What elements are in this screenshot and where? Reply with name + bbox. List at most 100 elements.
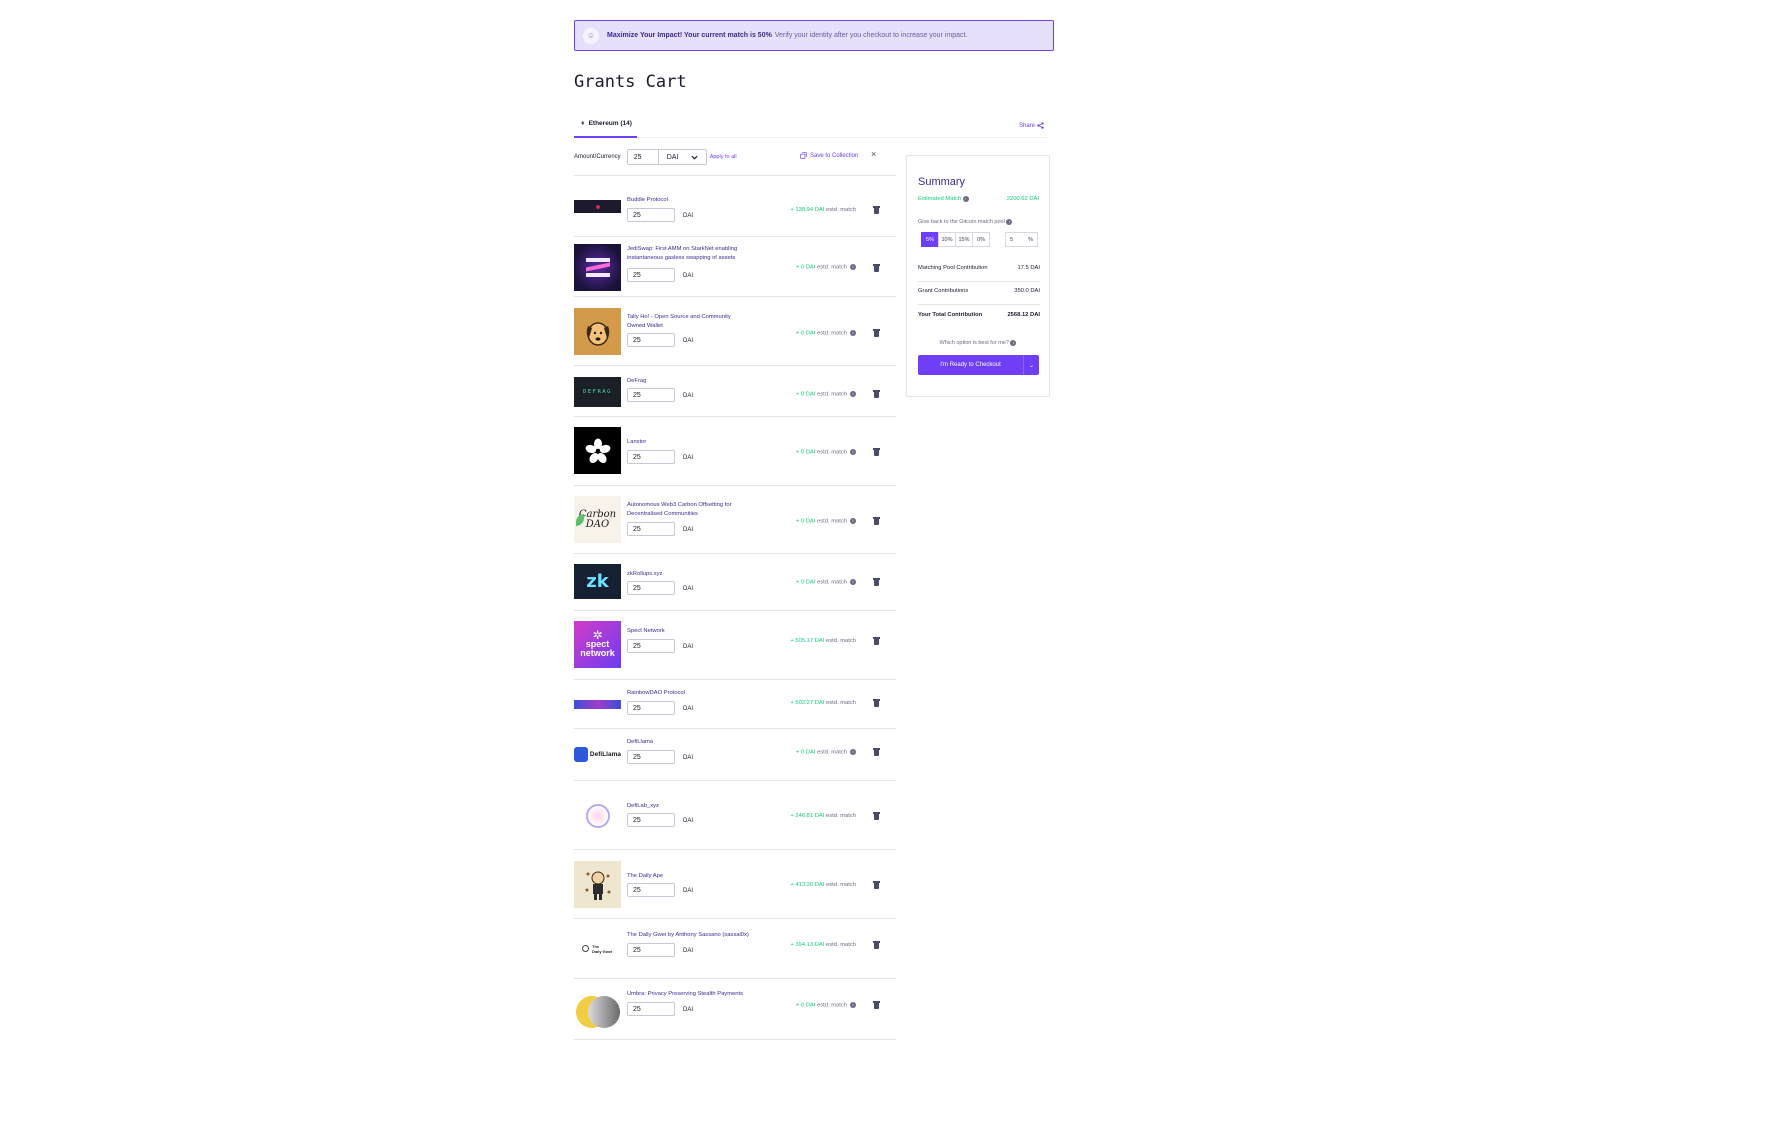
grant-title[interactable]: RainbowDAO Protocol <box>627 689 749 698</box>
trash-icon[interactable] <box>873 578 880 586</box>
match-pool-percent-options: 5% 10% 15% 0% <box>921 232 990 247</box>
grant-title[interactable]: DeFrag <box>627 377 749 386</box>
grant-currency: DAI <box>683 755 694 761</box>
grant-currency: DAI <box>683 706 694 712</box>
grant-currency: DAI <box>683 1007 694 1013</box>
apply-to-all-link[interactable]: Apply to all <box>710 154 737 160</box>
percent-option-0[interactable]: 0% <box>972 232 990 247</box>
grant-amount-input[interactable]: 25 <box>627 522 675 536</box>
grant-amount-input[interactable]: 25 <box>627 333 675 347</box>
grant-title[interactable]: Lanstor <box>627 438 749 447</box>
grant-currency: DAI <box>683 455 694 461</box>
grant-amount-input[interactable]: 25 <box>627 701 675 715</box>
grant-row: Carbon DAO Autonomous Web3 Carbon Offset… <box>574 486 896 554</box>
network-tabs: ♦ Ethereum (14) Share <box>574 114 1048 138</box>
currency-value: DAI <box>666 153 679 161</box>
grant-amount-input[interactable]: 25 <box>627 943 675 957</box>
estimated-match: + 0 DAI estd. match i <box>796 518 856 525</box>
match-banner: ☺ Maximize Your Impact! Your current mat… <box>574 20 1054 51</box>
grant-title[interactable]: DefiLlama <box>627 738 749 747</box>
info-icon: i <box>850 1002 856 1008</box>
grant-logo-defillama: DefiLlama <box>574 745 621 763</box>
grant-row: ✲ spect network Spect Network 25 DAI + 5… <box>574 611 896 680</box>
trash-icon[interactable] <box>873 517 880 525</box>
estimated-match-value: 2200.62 DAI <box>1006 196 1039 202</box>
grant-amount-input[interactable]: 25 <box>627 208 675 222</box>
info-icon: i <box>850 579 856 585</box>
give-back-label: Give back to the Gitcoin match pool i <box>918 219 1013 225</box>
info-icon: i <box>850 391 856 397</box>
grant-title[interactable]: The Daily Ape <box>627 872 749 881</box>
chevron-down-icon[interactable]: ⌄ <box>1023 355 1039 375</box>
estimated-match: + 246.81 DAI estd. match <box>790 813 856 819</box>
checkout-label: I'm Ready to Checkout <box>940 362 1001 368</box>
grant-amount-input[interactable]: 25 <box>627 268 675 282</box>
estimated-match: + 394.13 DAI estd. match <box>790 942 856 948</box>
share-button[interactable]: Share <box>1019 122 1044 129</box>
banner-strong-text: Maximize Your Impact! Your current match… <box>607 32 772 39</box>
grant-title[interactable]: Autonomous Web3 Carbon Offsetting for De… <box>627 501 749 518</box>
trash-icon[interactable] <box>873 812 880 820</box>
percent-option-15[interactable]: 15% <box>955 232 973 247</box>
grant-currency: DAI <box>683 393 694 399</box>
trash-icon[interactable] <box>873 881 880 889</box>
grant-row: zk zkRollups.xyz 25 DAI + 0 DAI estd. ma… <box>574 554 896 611</box>
trash-icon[interactable] <box>873 1001 880 1009</box>
estimated-match: + 138.94 DAI estd. match <box>790 207 856 213</box>
save-to-collection-label: Save to Collection <box>810 152 859 159</box>
grant-title[interactable]: Tally Ho! - Open Source and Community Ow… <box>627 313 749 330</box>
trash-icon[interactable] <box>873 264 880 272</box>
grant-row: Tally Ho! - Open Source and Community Ow… <box>574 297 896 366</box>
checkout-button[interactable]: I'm Ready to Checkout ⌄ <box>918 355 1039 375</box>
trash-icon[interactable] <box>873 390 880 398</box>
tab-ethereum[interactable]: ♦ Ethereum (14) <box>574 114 637 138</box>
collection-icon <box>800 152 807 159</box>
percent-option-10[interactable]: 10% <box>938 232 956 247</box>
grant-logo-defrag: DEFRAG <box>574 377 621 407</box>
grant-amount-input[interactable]: 25 <box>627 450 675 464</box>
trash-icon[interactable] <box>873 637 880 645</box>
trash-icon[interactable] <box>873 329 880 337</box>
grant-currency: DAI <box>683 818 694 824</box>
clear-cart-close-icon[interactable]: × <box>871 149 876 159</box>
percent-option-5[interactable]: 5% <box>921 232 939 247</box>
grant-title[interactable]: JediSwap: First AMM on StarkNet enabling… <box>627 245 749 262</box>
which-option-help[interactable]: Which option is best for me? i <box>907 340 1049 346</box>
custom-percent-input[interactable]: 5 % <box>1005 232 1038 247</box>
grant-logo-daily-gwei: The Daily Gwei <box>574 925 621 972</box>
grant-title[interactable]: Umbra: Privacy Preserving Stealth Paymen… <box>627 990 762 999</box>
divider <box>918 281 1040 282</box>
trash-icon[interactable] <box>873 448 880 456</box>
info-icon: i <box>1006 219 1013 225</box>
amount-currency-label: Amount/Currency <box>574 154 621 160</box>
estimated-match: + 0 DAI estd. match i <box>796 264 856 271</box>
ethereum-icon: ♦ <box>581 119 585 127</box>
grant-amount-input[interactable]: 25 <box>627 813 675 827</box>
grant-amount-input[interactable]: 25 <box>627 750 675 764</box>
estimated-match: + 0 DAI estd. match i <box>796 749 856 756</box>
grant-title[interactable]: The Daily Gwei by Anthony Sassano (sassa… <box>627 931 762 940</box>
grant-title[interactable]: DefiLab_xyz <box>627 802 749 811</box>
grant-logo-daily-ape <box>574 861 621 908</box>
info-icon: i <box>850 749 856 755</box>
divider <box>918 304 1040 305</box>
estimated-match: + 0 DAI estd. match i <box>796 391 856 398</box>
grant-amount-input[interactable]: 25 <box>627 639 675 653</box>
grant-title[interactable]: zkRollups.xyz <box>627 570 749 579</box>
currency-select[interactable]: DAI <box>658 149 707 165</box>
trash-icon[interactable] <box>873 699 880 707</box>
grant-amount-input[interactable]: 25 <box>627 883 675 897</box>
grant-title[interactable]: Buddie Protocol <box>627 196 749 205</box>
amount-all-input[interactable]: 25 <box>626 149 659 165</box>
trash-icon[interactable] <box>873 748 880 756</box>
grant-row: RainbowDAO Protocol 25 DAI + 502.27 DAI … <box>574 680 896 729</box>
estimated-match: + 502.27 DAI estd. match <box>790 700 856 706</box>
grant-amount-input[interactable]: 25 <box>627 1002 675 1016</box>
trash-icon[interactable] <box>873 941 880 949</box>
grant-amount-input[interactable]: 25 <box>627 581 675 595</box>
trash-icon[interactable] <box>873 206 880 214</box>
chevron-down-icon <box>691 155 698 160</box>
save-to-collection-button[interactable]: Save to Collection <box>800 152 858 159</box>
grant-amount-input[interactable]: 25 <box>627 388 675 402</box>
grant-title[interactable]: Spect Network <box>627 627 749 636</box>
